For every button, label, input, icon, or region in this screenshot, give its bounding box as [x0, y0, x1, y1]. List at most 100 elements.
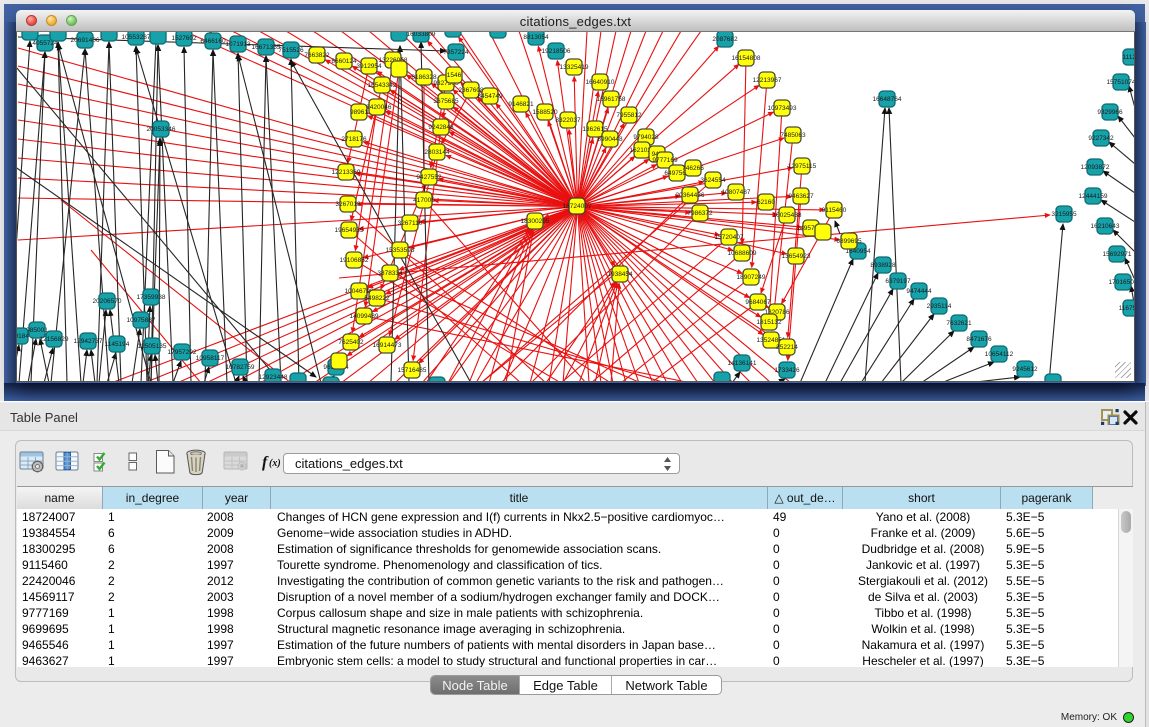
svg-text:1167534: 1167534: [1119, 305, 1135, 312]
svg-text:1815132: 1815132: [756, 319, 782, 326]
svg-text:12213967: 12213967: [753, 77, 782, 84]
svg-text:6466160: 6466160: [200, 38, 226, 45]
svg-text:15716485: 15716485: [398, 367, 427, 374]
svg-text:19106852: 19106852: [340, 257, 369, 264]
svg-text:1733426: 1733426: [774, 367, 800, 374]
svg-text:1588520: 1588520: [532, 109, 558, 116]
svg-text:9427552: 9427552: [416, 174, 442, 181]
svg-text:10975887: 10975887: [127, 317, 156, 324]
svg-text:16640910: 16640910: [586, 79, 615, 86]
svg-text:3267110: 3267110: [398, 220, 423, 227]
svg-text:7625402: 7625402: [338, 339, 364, 346]
svg-text:15751074: 15751074: [1107, 79, 1135, 86]
svg-text:10782759: 10782759: [226, 364, 255, 371]
svg-text:12942737: 12942737: [74, 338, 103, 345]
svg-text:12156829: 12156829: [40, 336, 69, 343]
svg-text:8454749: 8454749: [477, 93, 503, 100]
svg-text:12444159: 12444159: [1079, 193, 1108, 200]
svg-text:7955812: 7955812: [616, 112, 642, 119]
svg-text:7485063: 7485063: [780, 132, 806, 139]
svg-text:15720407: 15720407: [715, 234, 744, 241]
svg-text:1938454: 1938454: [607, 271, 633, 278]
svg-text:16671355: 16671355: [252, 44, 281, 51]
svg-text:17957292: 17957292: [168, 349, 197, 356]
svg-text:10688609: 10688609: [728, 250, 757, 257]
svg-text:1145194: 1145194: [105, 341, 130, 348]
svg-text:8938928: 8938928: [870, 262, 896, 269]
svg-text:9463627: 9463627: [788, 193, 814, 200]
svg-text:7357224: 7357224: [443, 49, 469, 56]
svg-text:98961: 98961: [350, 109, 368, 116]
svg-text:9777169: 9777169: [652, 157, 678, 164]
svg-text:20206570: 20206570: [93, 298, 122, 305]
svg-text:1527602: 1527602: [171, 35, 197, 42]
svg-text:12975115: 12975115: [788, 163, 817, 170]
svg-text:2087682: 2087682: [712, 36, 738, 43]
svg-text:3912954: 3912954: [356, 63, 382, 70]
svg-text:2935114: 2935114: [927, 303, 952, 310]
svg-text:3878334: 3878334: [377, 270, 403, 277]
svg-text:5498222: 5498222: [364, 295, 390, 302]
svg-text:16961758: 16961758: [597, 96, 626, 103]
svg-text:10654112: 10654112: [985, 351, 1014, 358]
svg-text:(x): (x): [269, 458, 281, 469]
svg-text:8990448: 8990448: [597, 136, 623, 143]
svg-text:9474444: 9474444: [906, 288, 932, 295]
svg-text:19654935: 19654935: [335, 227, 364, 234]
svg-text:12213369: 12213369: [332, 169, 361, 176]
svg-text:12093872: 12093872: [1081, 164, 1110, 171]
svg-text:14136141: 14136141: [728, 360, 757, 367]
svg-text:9794028: 9794028: [633, 134, 659, 141]
svg-text:13654923: 13654923: [782, 253, 811, 260]
svg-text:62160: 62160: [757, 199, 775, 206]
svg-text:f: f: [262, 454, 269, 471]
svg-text:7986372: 7986372: [687, 210, 713, 217]
svg-text:16154808: 16154808: [732, 55, 761, 62]
svg-text:8322037: 8322037: [555, 117, 581, 124]
svg-text:8471676: 8471676: [966, 336, 992, 343]
svg-text:10973493: 10973493: [768, 105, 797, 112]
svg-text:12505135: 12505135: [138, 343, 167, 350]
svg-text:3624554: 3624554: [700, 177, 726, 184]
svg-text:985001: 985001: [26, 327, 48, 334]
svg-text:13325419: 13325419: [560, 64, 589, 71]
svg-text:9684067: 9684067: [745, 299, 771, 306]
svg-text:7632621: 7632621: [946, 320, 972, 327]
svg-text:9242848: 9242848: [428, 124, 454, 131]
svg-text:16210643: 16210643: [1091, 223, 1120, 230]
svg-text:3267013: 3267013: [335, 201, 361, 208]
svg-text:18907249: 18907249: [737, 274, 766, 281]
svg-text:20053346: 20053346: [147, 126, 176, 133]
svg-text:10807487: 10807487: [722, 189, 751, 196]
svg-text:9115460: 9115460: [822, 207, 847, 214]
svg-text:7663822: 7663822: [304, 52, 330, 59]
svg-text:3215955: 3215955: [1051, 211, 1077, 218]
svg-text:16914473: 16914473: [373, 342, 402, 349]
svg-text:9146821: 9146821: [508, 101, 534, 108]
svg-text:10025438: 10025438: [773, 212, 802, 219]
svg-text:16033809: 16033809: [407, 32, 436, 38]
svg-text:20364436: 20364436: [676, 192, 705, 199]
svg-text:19218506: 19218506: [542, 48, 571, 55]
svg-text:3675685: 3675685: [433, 98, 459, 105]
svg-text:2803144: 2803144: [424, 149, 450, 156]
svg-text:6379197: 6379197: [885, 278, 911, 285]
svg-text:14099489: 14099489: [350, 313, 379, 320]
svg-text:9227342: 9227342: [1088, 135, 1114, 142]
svg-text:17016504: 17016504: [1109, 279, 1135, 286]
svg-text:10958117: 10958117: [196, 355, 225, 362]
svg-text:10553287: 10553287: [122, 34, 151, 41]
svg-text:20691406: 20691406: [71, 37, 100, 44]
svg-text:252214: 252214: [776, 344, 798, 351]
svg-text:1071913: 1071913: [225, 41, 251, 48]
svg-text:9329966: 9329966: [1097, 109, 1123, 116]
svg-text:2718176: 2718176: [341, 136, 367, 143]
svg-text:16543342: 16543342: [368, 82, 397, 89]
svg-text:11124: 11124: [1122, 54, 1135, 61]
svg-text:15692971: 15692971: [1103, 251, 1132, 258]
svg-text:18724007: 18724007: [563, 203, 592, 210]
svg-text:6899695: 6899695: [836, 238, 862, 245]
svg-text:8660124: 8660124: [331, 58, 357, 65]
svg-text:16648764: 16648764: [873, 96, 902, 103]
svg-text:417006: 417006: [413, 197, 435, 204]
